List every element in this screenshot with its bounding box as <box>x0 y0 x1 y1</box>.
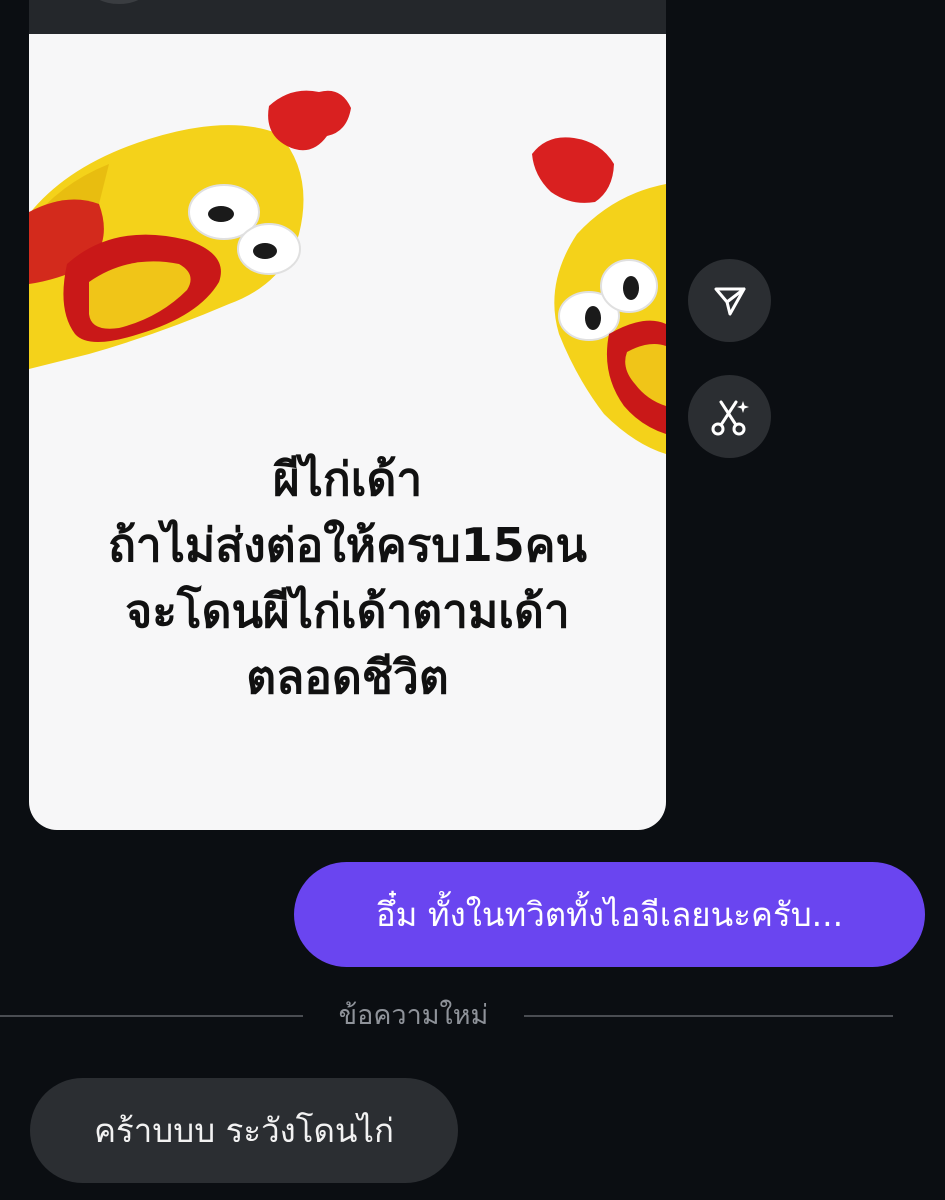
share-button[interactable] <box>688 259 771 342</box>
incoming-message-bubble[interactable]: คร้าบบบ ระวังโดนไก่ <box>30 1078 458 1183</box>
scissors-sparkle-icon <box>711 400 749 435</box>
avatar[interactable] <box>89 0 149 4</box>
outgoing-message-bubble[interactable]: อึ๋ม ทั้งในทวิตทั้งไอจีเลยนะครับ... <box>294 862 925 967</box>
divider-line-right <box>524 1015 893 1017</box>
rubber-chicken-image <box>29 90 666 454</box>
meme-caption: ผีไก่เด้า ถ้าไม่ส่งต่อให้ครบ15คน จะโดนผี… <box>29 446 666 710</box>
remix-button[interactable] <box>688 375 771 458</box>
caption-line: ตลอดชีวิต <box>246 650 449 704</box>
left-rubber-chicken <box>29 90 351 369</box>
outgoing-message-text: อึ๋ม ทั้งในทวิตทั้งไอจีเลยนะครับ... <box>375 895 844 934</box>
new-messages-divider: ข้อความใหม่ <box>0 994 893 1038</box>
paper-plane-icon <box>714 287 745 315</box>
caption-line: จะโดนผีไก่เด้าตามเด้า <box>125 584 570 638</box>
new-messages-label: ข้อความใหม่ <box>338 1000 489 1031</box>
caption-line: ผีไก่เด้า <box>272 452 423 506</box>
right-rubber-chicken <box>532 137 666 454</box>
media-post-header <box>29 0 666 36</box>
caption-line: ถ้าไม่ส่งต่อให้ครบ15คน <box>108 518 587 572</box>
shared-media-card[interactable]: ผีไก่เด้า ถ้าไม่ส่งต่อให้ครบ15คน จะโดนผี… <box>29 34 666 830</box>
incoming-message-text: คร้าบบบ ระวังโดนไก่ <box>93 1111 395 1150</box>
dm-conversation: ผีไก่เด้า ถ้าไม่ส่งต่อให้ครบ15คน จะโดนผี… <box>0 0 945 1200</box>
divider-line-left <box>0 1015 303 1017</box>
